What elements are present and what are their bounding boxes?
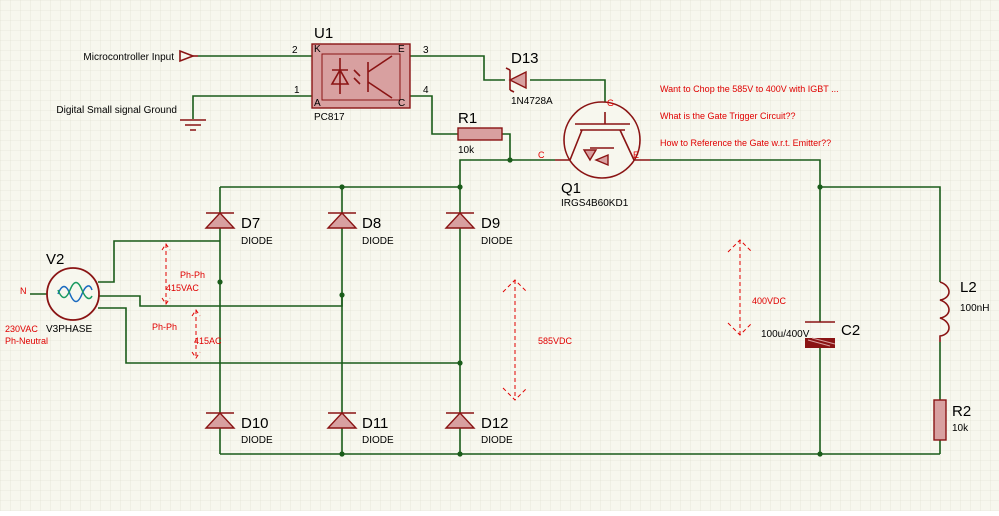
note-gate-trigger: What is the Gate Trigger Circuit?? bbox=[660, 111, 796, 121]
note-gate-reference: How to Reference the Gate w.r.t. Emitter… bbox=[660, 138, 831, 148]
l2-ref: L2 bbox=[960, 279, 977, 296]
u1-pin2: 2 bbox=[292, 45, 298, 56]
schematic-svg: Microcontroller Input Digital Small sign… bbox=[0, 0, 999, 511]
junction bbox=[817, 451, 823, 457]
micro-input-label: Microcontroller Input bbox=[83, 52, 174, 63]
junction bbox=[507, 157, 513, 163]
r2-value: 10k bbox=[952, 423, 969, 434]
junction bbox=[339, 184, 345, 190]
d12-ref: D12 bbox=[481, 415, 509, 432]
r1-body bbox=[457, 127, 503, 141]
junction bbox=[339, 451, 345, 457]
d7-value: DIODE bbox=[241, 236, 273, 247]
v2-voltage: 230VAC bbox=[5, 324, 38, 334]
note-chop: Want to Chop the 585V to 400V with IGBT … bbox=[660, 84, 839, 94]
v2-neutral: N bbox=[20, 286, 27, 296]
php2-label: Ph-Ph bbox=[152, 322, 177, 332]
d13-value: 1N4728A bbox=[511, 96, 553, 107]
d10-value: DIODE bbox=[241, 435, 273, 446]
q1-pin-c: C bbox=[538, 150, 545, 160]
r1-ref: R1 bbox=[458, 110, 477, 127]
d13-ref: D13 bbox=[511, 50, 539, 67]
q1-body bbox=[563, 101, 641, 179]
vdc400-label: 400VDC bbox=[752, 296, 787, 306]
v2-value: V3PHASE bbox=[46, 324, 92, 335]
u1-pin-c: C bbox=[398, 98, 405, 109]
d9-value: DIODE bbox=[481, 236, 513, 247]
v2-body bbox=[46, 267, 100, 321]
junction bbox=[457, 184, 463, 190]
d10-ref: D10 bbox=[241, 415, 269, 432]
d9-ref: D9 bbox=[481, 215, 500, 232]
junction bbox=[339, 292, 345, 298]
r2-ref: R2 bbox=[952, 403, 971, 420]
u1-pin-a: A bbox=[314, 98, 321, 109]
d12-value: DIODE bbox=[481, 435, 513, 446]
d8-ref: D8 bbox=[362, 215, 381, 232]
d11-ref: D11 bbox=[362, 415, 388, 432]
php1-value: 415VAC bbox=[166, 283, 199, 293]
php2-value: 415AC bbox=[194, 336, 222, 346]
junction bbox=[817, 184, 823, 190]
u1-value: PC817 bbox=[314, 112, 345, 123]
d11-value: DIODE bbox=[362, 435, 394, 446]
q1-ref: Q1 bbox=[561, 180, 581, 197]
r1-value: 10k bbox=[458, 145, 475, 156]
d7-ref: D7 bbox=[241, 215, 260, 232]
junction bbox=[457, 360, 463, 366]
u1-pin3: 3 bbox=[423, 45, 429, 56]
u1-pin-e: E bbox=[398, 44, 405, 55]
q1-pin-g: G bbox=[607, 98, 614, 108]
vdc585-label: 585VDC bbox=[538, 336, 573, 346]
v2-ph-neutral: Ph-Neutral bbox=[5, 336, 48, 346]
php1-label: Ph-Ph bbox=[180, 270, 205, 280]
u1-pin1: 1 bbox=[294, 85, 300, 96]
u1-ref: U1 bbox=[314, 25, 333, 42]
q1-value: IRGS4B60KD1 bbox=[561, 198, 629, 209]
schematic-canvas[interactable]: Microcontroller Input Digital Small sign… bbox=[0, 0, 999, 511]
l2-value: 100nH bbox=[960, 303, 989, 314]
v2-ref: V2 bbox=[46, 251, 64, 268]
junction bbox=[217, 279, 223, 285]
q1-pin-e: E bbox=[633, 150, 639, 160]
c2-value: 100u/400V bbox=[761, 329, 810, 340]
ground-label: Digital Small signal Ground bbox=[56, 105, 177, 116]
d8-value: DIODE bbox=[362, 236, 394, 247]
c2-ref: C2 bbox=[841, 322, 860, 339]
u1-pin4: 4 bbox=[423, 85, 429, 96]
junction bbox=[457, 451, 463, 457]
u1-pin-k: K bbox=[314, 44, 321, 55]
r2-body bbox=[933, 399, 947, 441]
